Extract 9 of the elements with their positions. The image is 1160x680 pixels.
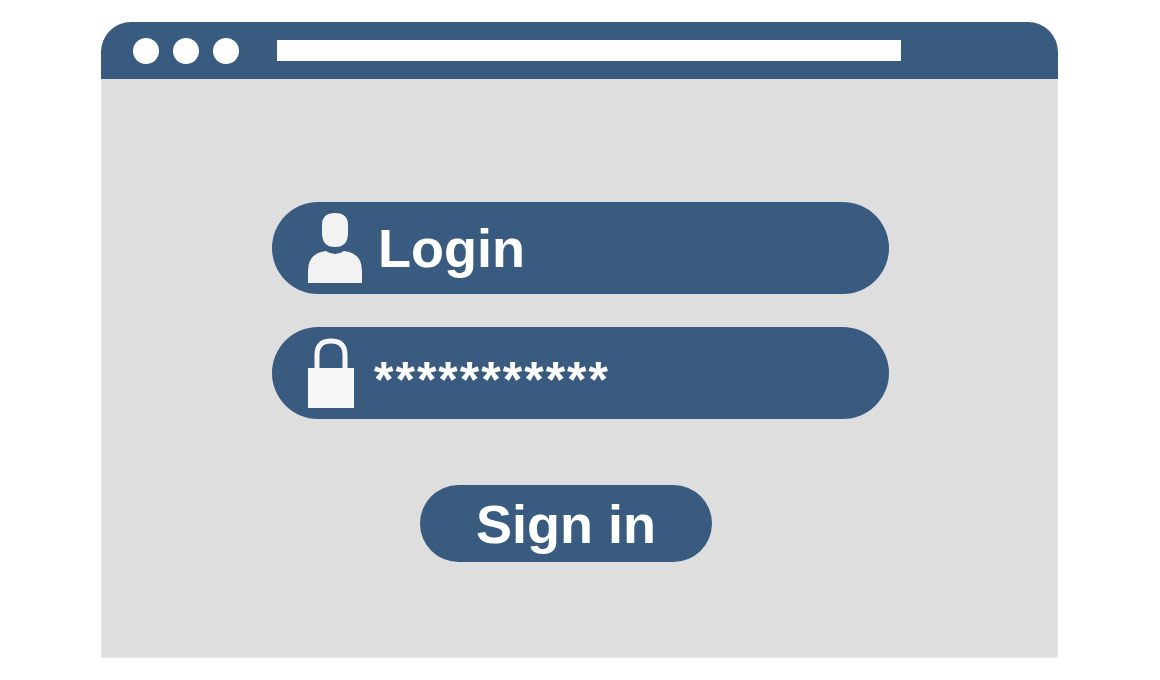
window-dot xyxy=(213,37,239,64)
username-field[interactable]: Login xyxy=(272,202,889,294)
address-bar[interactable] xyxy=(277,40,901,61)
window-dot xyxy=(173,37,199,64)
window-dot xyxy=(133,37,159,64)
lock-icon xyxy=(308,338,354,408)
password-field[interactable]: *********** xyxy=(272,327,889,419)
person-icon xyxy=(308,213,362,283)
sign-in-button[interactable]: Sign in xyxy=(420,485,712,562)
